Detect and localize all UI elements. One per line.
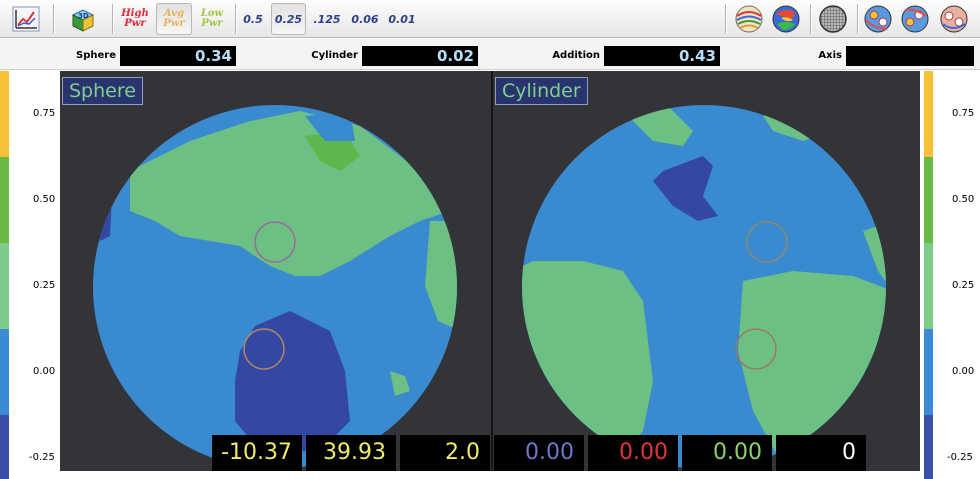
bottom-value-text: 2.0: [445, 440, 480, 465]
ray-map-icon: [735, 5, 763, 33]
scale-tick-right: -0.25: [947, 452, 973, 463]
scale-band: [924, 243, 933, 329]
step-button-0.01[interactable]: 0.01: [385, 3, 419, 35]
chart-icon: [12, 6, 40, 32]
bottom-value-1: -10.37: [212, 435, 302, 471]
main-area: 0.75 0.50 0.25 0.00 -0.25 Sphere Cylinde…: [0, 71, 980, 479]
map-area: Sphere Cylinder -10.37 39.93 2.0 0.00 0.…: [60, 71, 920, 471]
bottom-value-3: 2.0: [400, 435, 490, 471]
3d-cube-icon: 3D: [71, 9, 95, 32]
toolbar-separator: [857, 4, 858, 34]
lens-right-icon: [901, 5, 929, 33]
lens-left-icon: [864, 5, 892, 33]
scale-band: [0, 243, 9, 329]
color-scale-left: [0, 71, 9, 479]
cylinder-value: 0.02: [362, 46, 478, 66]
average-power-label: Avg Pwr: [163, 8, 185, 29]
bottom-value-6: 0.00: [682, 435, 772, 471]
step-button-0.125[interactable]: .125: [309, 3, 345, 35]
sphere-map: [93, 105, 457, 469]
bottom-value-2: 39.93: [306, 435, 396, 471]
ray-map-button[interactable]: [731, 3, 767, 35]
scale-band: [0, 157, 9, 243]
scale-tick-left: 0.00: [33, 366, 56, 377]
scale-band: [0, 71, 9, 157]
addition-value: 0.43: [604, 46, 720, 66]
readout-bar: Sphere 0.34 Cylinder 0.02 Addition 0.43 …: [0, 39, 980, 70]
toolbar-separator: [235, 4, 236, 34]
scale-band: [924, 157, 933, 243]
lens-both-icon: [940, 5, 968, 33]
scale-tick-left: 0.25: [33, 280, 56, 291]
sphere-pane-title: Sphere: [62, 77, 143, 105]
step-label: 0.5: [243, 12, 263, 26]
lens-left-button[interactable]: [860, 3, 896, 35]
scale-band: [924, 329, 933, 415]
bottom-value-text: 39.93: [323, 440, 386, 465]
step-label: 0.06: [351, 12, 379, 26]
scale-band: [924, 415, 933, 479]
cylinder-label: Cylinder: [311, 50, 358, 61]
3d-view-button[interactable]: 3D: [60, 3, 104, 35]
step-button-0.25[interactable]: 0.25: [271, 3, 306, 35]
scale-tick-right: 0.50: [952, 194, 975, 205]
toolbar-separator: [53, 4, 54, 34]
sphere-pane[interactable]: Sphere: [60, 71, 491, 471]
scale-tick-right: 0.00: [952, 366, 975, 377]
axis-value: [846, 46, 974, 66]
low-power-label: Low Pwr: [200, 8, 224, 29]
average-power-button[interactable]: Avg Pwr: [156, 3, 192, 35]
lens-right-button[interactable]: [897, 3, 933, 35]
step-button-0.06[interactable]: 0.06: [347, 3, 383, 35]
scale-tick-right: 0.25: [952, 280, 975, 291]
scale-band: [0, 329, 9, 415]
addition-label: Addition: [552, 50, 600, 61]
toolbar-separator: [725, 4, 726, 34]
step-button-0.5[interactable]: 0.5: [238, 3, 268, 35]
step-label: 0.25: [274, 12, 303, 26]
scale-tick-left: 0.50: [33, 194, 56, 205]
scale-tick-left: -0.25: [29, 452, 55, 463]
scale-band: [924, 71, 933, 157]
svg-text:3D: 3D: [78, 12, 89, 20]
high-power-label: High Pwr: [121, 8, 149, 29]
bottom-value-7: 0: [776, 435, 866, 471]
scale-tick-right: 0.75: [952, 108, 975, 119]
toolbar: 3D High Pwr Avg Pwr Low Pwr 0.5 0.25 .12…: [0, 0, 980, 38]
cylinder-pane-title: Cylinder: [495, 77, 588, 105]
bottom-value-text: 0.00: [525, 440, 574, 465]
cylinder-map: [522, 105, 886, 469]
lens-both-button[interactable]: [934, 3, 974, 35]
cylinder-pane[interactable]: Cylinder: [493, 71, 920, 471]
grid-icon: [819, 5, 847, 33]
scale-band: [0, 415, 9, 479]
axis-label: Axis: [818, 50, 842, 61]
color-scale-right: [924, 71, 933, 479]
bottom-value-text: 0.00: [713, 440, 762, 465]
toolbar-separator: [112, 4, 113, 34]
chart-icon-button[interactable]: [6, 3, 46, 35]
sphere-label: Sphere: [76, 50, 116, 61]
scale-tick-left: 0.75: [33, 108, 56, 119]
step-label: .125: [313, 12, 341, 26]
sphere-value: 0.34: [120, 46, 236, 66]
bottom-value-5: 0.00: [588, 435, 678, 471]
color-map-icon: [772, 5, 800, 33]
bottom-value-4: 0.00: [494, 435, 584, 471]
grid-button[interactable]: [815, 3, 851, 35]
color-map-button[interactable]: [768, 3, 804, 35]
bottom-value-text: 0: [842, 440, 856, 465]
bottom-value-text: 0.00: [619, 440, 668, 465]
step-label: 0.01: [388, 12, 416, 26]
high-power-button[interactable]: High Pwr: [116, 3, 154, 35]
toolbar-separator: [810, 4, 811, 34]
bottom-value-text: -10.37: [221, 440, 292, 465]
low-power-button[interactable]: Low Pwr: [194, 3, 230, 35]
